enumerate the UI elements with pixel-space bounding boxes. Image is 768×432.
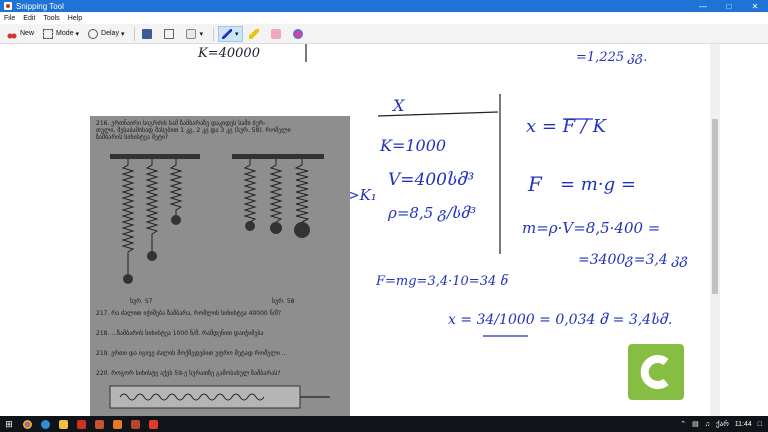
menu-file[interactable]: File — [4, 15, 15, 22]
powerpoint-icon — [94, 419, 104, 429]
save-button[interactable] — [139, 26, 158, 42]
toolbar-separator — [212, 26, 214, 41]
close-button[interactable]: ✕ — [742, 0, 768, 12]
menu-help[interactable]: Help — [68, 15, 82, 22]
scrollbar-thumb[interactable] — [712, 119, 718, 294]
formula-f: = m·g = — [560, 174, 636, 195]
copy-button[interactable] — [161, 26, 180, 42]
right-margin — [720, 44, 768, 416]
paint3d-button[interactable] — [290, 26, 309, 42]
fig57-caption: სურ. 57 — [130, 298, 153, 305]
edge-icon — [40, 419, 50, 429]
vertical-scrollbar[interactable] — [710, 44, 720, 416]
clock-icon — [88, 28, 99, 39]
x-result: x = 34/1000 = 0,034 მ = 3,4სმ. — [448, 312, 673, 328]
camtasia-c-icon — [640, 355, 669, 389]
notification-icon[interactable]: □ — [758, 421, 762, 428]
given-x: X — [393, 96, 405, 115]
mass-line: m=ρ·V=8,5·400 = — [522, 219, 661, 237]
menu-tools[interactable]: Tools — [43, 15, 59, 22]
given-k: K=1000 — [380, 136, 447, 155]
maximize-button[interactable]: □ — [716, 0, 742, 12]
highlighter-icon — [248, 28, 259, 39]
eraser-icon — [270, 28, 281, 39]
system-tray: ⌃ ▤ ♫ ქარ 11:44 □ — [674, 416, 762, 432]
problem-216: 216. ერთნაირი სიგრძის სამ ზამბარაზე დაკი… — [96, 120, 266, 127]
taskbar-chrome[interactable] — [18, 416, 36, 432]
taskbar-snipping[interactable] — [126, 416, 144, 432]
taskbar-app-orange[interactable] — [108, 416, 126, 432]
formula-x: x = F / K — [526, 116, 607, 137]
chevron-down-icon: ▾ — [199, 30, 203, 38]
language-indicator[interactable]: ქარ — [716, 420, 729, 428]
problem-216b: თული, შესაბამისად მასებით 1 კგ, 2 კგ და … — [96, 127, 291, 134]
new-snip-button[interactable]: New — [4, 26, 37, 42]
send-button[interactable]: ▾ — [183, 26, 206, 42]
problem-216c: ზამბარის სიხისტეა მეტი? — [96, 134, 169, 141]
pen-icon — [221, 28, 232, 39]
scissors-icon — [7, 28, 17, 39]
f-label: F — [528, 172, 542, 196]
window-title: Snipping Tool — [16, 1, 64, 11]
given-rho: ρ=8,5 გ/სმ³ — [388, 204, 477, 222]
highlighter-button[interactable] — [246, 26, 265, 42]
force-line: F=mg=3,4·10=34 ნ — [376, 274, 509, 289]
app-red-icon — [76, 419, 86, 429]
note-top-left: K=40000 — [198, 46, 260, 61]
mode-button[interactable]: Mode ▾ — [40, 26, 82, 42]
problem-218: 218. ...ზამბარის სიხისტეა 1000 ნ/მ. რამდ… — [96, 330, 264, 337]
snipping-tool-icon — [4, 2, 12, 10]
note-top-right: =1,225 კგ. — [576, 50, 648, 65]
save-icon — [142, 28, 153, 39]
taskbar-explorer[interactable] — [54, 416, 72, 432]
toolbar-separator — [134, 26, 136, 41]
snip-canvas[interactable]: K=40000 =1,225 კგ. X K=1000 V=400სმ³ ρ=8… — [38, 44, 710, 416]
taskbar-app-red2[interactable] — [144, 416, 162, 432]
toolbar: New Mode ▾ Delay ▾ ▾ ▾ — [0, 24, 768, 44]
fig58-caption: სურ. 58 — [272, 298, 295, 305]
start-button[interactable]: ⊞ — [0, 416, 18, 432]
paint3d-icon — [292, 28, 303, 39]
copy-icon — [164, 28, 175, 39]
eraser-button[interactable] — [268, 26, 287, 42]
network-icon[interactable]: ▤ — [692, 420, 699, 428]
app-orange-icon — [112, 419, 122, 429]
chevron-down-icon: ▾ — [120, 30, 125, 38]
taskbar-powerpoint[interactable] — [90, 416, 108, 432]
delay-button[interactable]: Delay ▾ — [85, 26, 127, 42]
problem-219: 219. ერთი და იგივე ძალის მოქმედებით უფრო… — [96, 350, 288, 357]
textbook-photo: 216. ერთნაირი სიგრძის სამ ზამბარაზე დაკი… — [90, 116, 350, 416]
snipping-tool-window: Snipping Tool — □ ✕ File Edit Tools Help… — [0, 0, 768, 416]
clock[interactable]: 11:44 — [735, 421, 752, 428]
menu-bar: File Edit Tools Help — [0, 12, 768, 24]
given-v: V=400სმ³ — [388, 170, 475, 190]
problem-217: 217. რა ძალით იჭიმება ზამბარა, რომლის სი… — [96, 310, 282, 317]
app-red2-icon — [148, 419, 158, 429]
menu-edit[interactable]: Edit — [23, 15, 35, 22]
spring-dynamometer-figure — [109, 385, 330, 409]
mode-icon — [43, 28, 54, 39]
chrome-icon — [22, 419, 32, 429]
chevron-down-icon: ▾ — [75, 30, 80, 38]
pen-button[interactable]: ▾ — [217, 25, 243, 42]
scissors-icon — [130, 419, 140, 429]
windows-logo-icon: ⊞ — [5, 418, 13, 429]
problem-220: 220. როგორ სიხისტე აქვს 59-ე სურათზე გამ… — [96, 370, 281, 377]
title-bar: Snipping Tool — □ ✕ — [0, 0, 768, 12]
chevron-up-icon[interactable]: ⌃ — [680, 420, 686, 428]
springs-figure — [110, 154, 324, 284]
folder-icon — [58, 419, 68, 429]
minimize-button[interactable]: — — [690, 0, 716, 12]
taskbar-edge[interactable] — [36, 416, 54, 432]
mass-result: =3400გ=3,4 კგ — [578, 252, 689, 268]
send-icon — [186, 28, 197, 39]
camtasia-logo — [628, 344, 684, 400]
volume-icon[interactable]: ♫ — [705, 421, 710, 428]
taskbar-app-red[interactable] — [72, 416, 90, 432]
chevron-down-icon: ▾ — [234, 30, 239, 38]
left-margin — [0, 44, 38, 416]
windows-taskbar: ⊞ ⌃ ▤ ♫ ქარ 11:44 □ — [0, 416, 768, 432]
